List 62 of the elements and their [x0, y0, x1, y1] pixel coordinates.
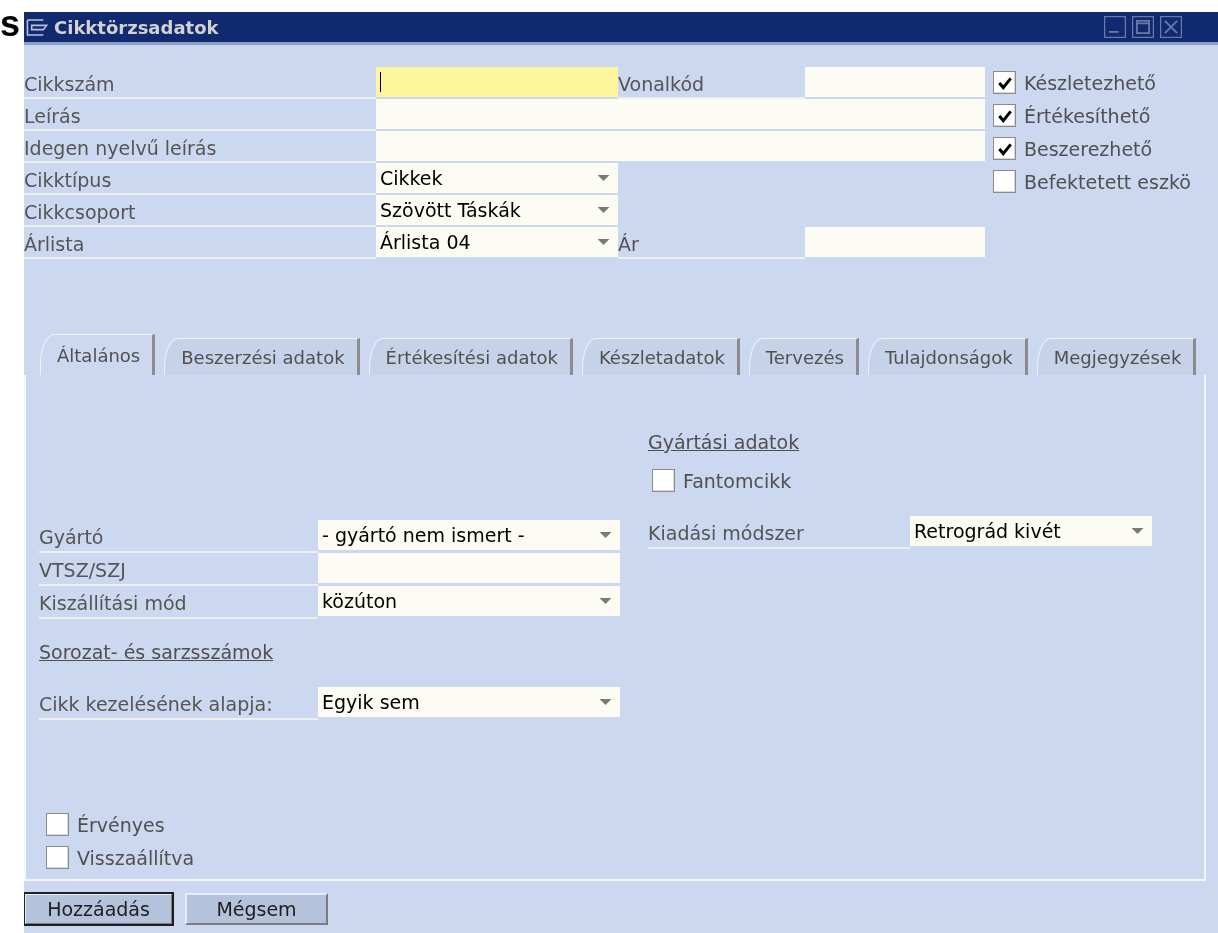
checkbox[interactable]: [993, 71, 1016, 94]
dropdown-arrow-icon[interactable]: [599, 699, 612, 705]
input-field[interactable]: [318, 553, 620, 583]
input-field[interactable]: [376, 99, 985, 129]
dropdown-field[interactable]: Szövött Táskák: [376, 195, 618, 225]
field-label: Gyártó: [39, 520, 318, 553]
minimize-icon[interactable]: [1104, 16, 1126, 38]
dropdown-arrow-icon[interactable]: [597, 207, 610, 213]
dropdown-arrow-icon[interactable]: [1131, 528, 1144, 534]
tab[interactable]: Értékesítési adatok: [368, 338, 573, 375]
close-icon[interactable]: [1160, 16, 1182, 38]
dropdown-field[interactable]: közúton: [318, 586, 620, 616]
section-link[interactable]: Sorozat- és sarzsszámok: [39, 641, 274, 663]
tab[interactable]: Általános: [40, 334, 156, 375]
dropdown-field[interactable]: Retrográd kivét: [910, 516, 1152, 546]
form-icon: [26, 18, 48, 36]
field-label: Kiadási módszer: [648, 516, 910, 549]
field-label: Árlista: [24, 227, 376, 259]
checkbox[interactable]: [652, 469, 675, 492]
dropdown-field[interactable]: Árlista 04: [376, 227, 618, 257]
dropdown-arrow-icon[interactable]: [599, 598, 612, 604]
checkbox[interactable]: [993, 170, 1016, 193]
dropdown-field[interactable]: - gyártó nem ismert -: [318, 520, 620, 550]
field-label: Cikkcsoport: [24, 195, 376, 227]
checkbox[interactable]: [46, 846, 69, 869]
field-label: Cikk kezelésének alapja:: [39, 687, 318, 720]
dropdown-arrow-icon[interactable]: [599, 532, 612, 538]
field-label: VTSZ/SZJ: [39, 553, 318, 586]
dropdown-field[interactable]: Egyik sem: [318, 687, 620, 717]
input-field[interactable]: [376, 67, 618, 97]
maximize-icon[interactable]: [1132, 16, 1154, 38]
checkbox[interactable]: [46, 813, 69, 836]
cancel-button[interactable]: Mégsem: [185, 893, 328, 925]
checkbox-label: Érvényes: [77, 813, 165, 836]
checkbox-label: Fantomcikk: [683, 469, 792, 492]
dropdown-arrow-icon[interactable]: [597, 175, 610, 181]
checkbox-label: Visszaállítva: [77, 846, 195, 869]
field-label: Cikktípus: [24, 163, 376, 195]
input-field[interactable]: [376, 131, 985, 161]
field-label: Idegen nyelvű leírás: [24, 131, 376, 163]
tab[interactable]: Tulajdonságok: [867, 338, 1028, 375]
tab[interactable]: Tervezés: [748, 338, 859, 375]
tab[interactable]: Megjegyzések: [1036, 338, 1197, 375]
field-label: Kiszállítási mód: [39, 586, 318, 619]
input-field[interactable]: [805, 227, 985, 257]
checkbox-label: Készletezhető: [1024, 71, 1156, 94]
checkbox-label: Beszerezhető: [1024, 137, 1153, 160]
tab[interactable]: Készletadatok: [581, 338, 740, 375]
field-label: Cikkszám: [24, 67, 376, 99]
background-text: s: [0, 4, 21, 44]
field-label: Leírás: [24, 99, 376, 131]
dropdown-arrow-icon[interactable]: [597, 239, 610, 245]
input-field[interactable]: [805, 67, 985, 97]
checkbox-label: Értékesíthető: [1024, 104, 1151, 127]
checkbox-label: Befektetett eszkö: [1024, 170, 1191, 193]
section-heading: Gyártási adatok: [648, 431, 800, 453]
checkbox[interactable]: [993, 104, 1016, 127]
window-title: Cikktörzsadatok: [54, 16, 219, 38]
tab[interactable]: Beszerzési adatok: [164, 338, 360, 375]
add-button[interactable]: Hozzáadás: [24, 893, 173, 925]
checkbox[interactable]: [993, 137, 1016, 160]
dropdown-field[interactable]: Cikkek: [376, 163, 618, 193]
